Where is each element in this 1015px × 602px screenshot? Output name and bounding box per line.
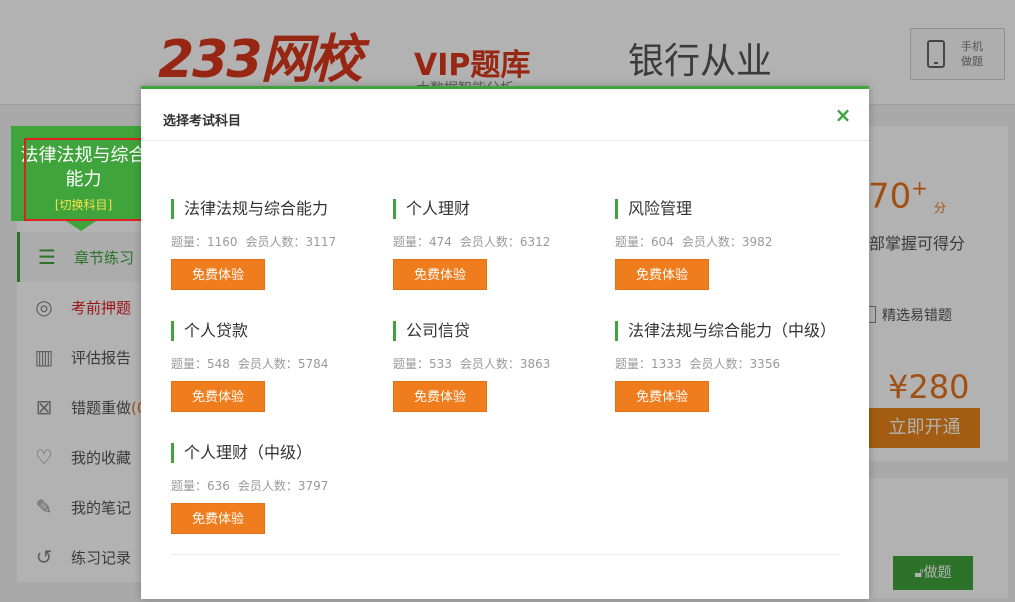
modal-title: 选择考试科目: [163, 114, 242, 129]
subject-name: 公司信贷: [393, 321, 470, 341]
modal-header: 选择考试科目 ×: [141, 89, 869, 141]
subject-stats: 题量：533 会员人数：3863: [393, 357, 551, 371]
subject-stats: 题量：604 会员人数：3982: [615, 235, 773, 249]
highlight-frame: [24, 138, 151, 221]
subject-card: 公司信贷 题量：533 会员人数：3863 免费体验: [393, 321, 603, 431]
free-trial-button[interactable]: 免费体验: [615, 381, 709, 412]
select-subject-modal: 选择考试科目 × 法律法规与综合能力 题量：1160 会员人数：3117 免费体验…: [141, 86, 869, 599]
subject-name: 个人理财: [393, 199, 470, 219]
subject-card: 风险管理 题量：604 会员人数：3982 免费体验: [615, 199, 825, 309]
close-icon[interactable]: ×: [833, 104, 853, 126]
subject-stats: 题量：636 会员人数：3797: [171, 479, 329, 493]
free-trial-button[interactable]: 免费体验: [171, 381, 265, 412]
free-trial-button[interactable]: 免费体验: [393, 381, 487, 412]
modal-divider: [171, 554, 839, 555]
subject-card: 法律法规与综合能力（中级） 题量：1333 会员人数：3356 免费体验: [615, 321, 845, 431]
subject-stats: 题量：1160 会员人数：3117: [171, 235, 337, 249]
free-trial-button[interactable]: 免费体验: [171, 259, 265, 290]
subject-stats: 题量：548 会员人数：5784: [171, 357, 329, 371]
subject-card: 法律法规与综合能力 题量：1160 会员人数：3117 免费体验: [171, 199, 381, 309]
free-trial-button[interactable]: 免费体验: [615, 259, 709, 290]
subject-stats: 题量：474 会员人数：6312: [393, 235, 551, 249]
free-trial-button[interactable]: 免费体验: [171, 503, 265, 534]
subject-arrow: [66, 221, 96, 231]
subject-card: 个人理财 题量：474 会员人数：6312 免费体验: [393, 199, 603, 309]
free-trial-button[interactable]: 免费体验: [393, 259, 487, 290]
subject-name: 个人贷款: [171, 321, 248, 341]
subject-stats: 题量：1333 会员人数：3356: [615, 357, 781, 371]
subject-name: 个人理财（中级）: [171, 443, 312, 463]
subject-card: 个人贷款 题量：548 会员人数：5784 免费体验: [171, 321, 381, 431]
subject-name: 风险管理: [615, 199, 692, 219]
subject-name: 法律法规与综合能力: [171, 199, 328, 219]
subject-card: 个人理财（中级） 题量：636 会员人数：3797 免费体验: [171, 443, 381, 553]
subject-name: 法律法规与综合能力（中级）: [615, 321, 836, 341]
